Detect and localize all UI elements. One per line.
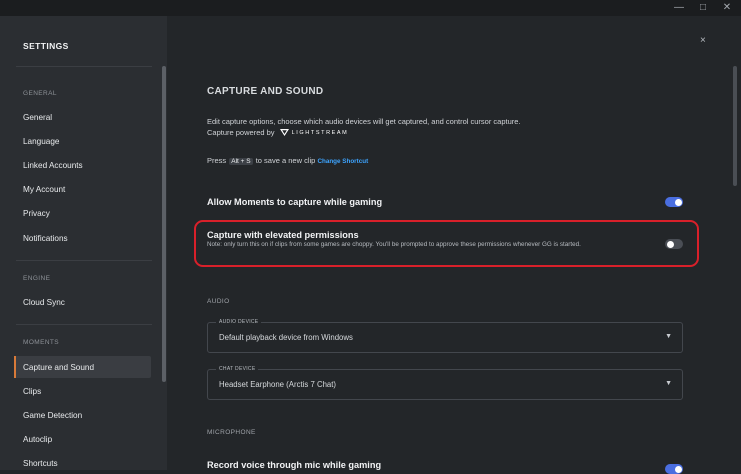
minimize-button[interactable]: — [668,0,690,16]
elevated-permissions-note: Note: only turn this on if clips from so… [207,241,581,248]
settings-sidebar: SETTINGS GENERAL General Language Linked… [0,16,167,470]
sidebar-item-privacy[interactable]: Privacy [23,209,50,218]
shortcut-key-alt: Alt [231,158,239,165]
toggle-knob [674,198,682,206]
sidebar-item-capture-and-sound[interactable]: Capture and Sound [23,363,94,372]
shortcut-prefix: Press [207,156,227,165]
sidebar-item-general[interactable]: General [23,113,52,122]
chevron-down-icon: ▼ [665,380,672,387]
shortcut-key-s: S [246,158,251,165]
elevated-permissions-toggle[interactable] [665,239,683,249]
toggle-knob [666,240,674,248]
save-clip-shortcut-line: Press Alt + S to save a new clip Change … [207,156,368,165]
close-window-button[interactable]: ✕ [716,0,738,16]
section-label-moments: MOMENTS [23,339,60,346]
section-label-engine: ENGINE [23,275,51,282]
divider [16,66,152,67]
powered-by-line: Capture powered by LIGHTSTREAM [207,128,348,137]
active-item-indicator [14,356,16,378]
main-scrollbar[interactable] [733,66,737,186]
title-bar: — □ ✕ [0,0,741,16]
section-label-audio: AUDIO [207,298,230,305]
shortcut-plus: + [240,158,245,165]
audio-device-legend: AUDIO DEVICE [216,319,262,325]
sidebar-item-language[interactable]: Language [23,137,59,146]
chat-device-select[interactable]: CHAT DEVICE Headset Earphone (Arctis 7 C… [207,366,683,400]
chevron-down-icon: ▼ [665,333,672,340]
sidebar-item-clips[interactable]: Clips [23,387,41,396]
toggle-knob [674,465,682,473]
sidebar-item-linked-accounts[interactable]: Linked Accounts [23,161,83,170]
allow-capture-toggle[interactable] [665,197,683,207]
maximize-button[interactable]: □ [692,0,714,16]
powered-by-label: Capture powered by [207,128,275,137]
section-label-general: GENERAL [23,90,57,97]
sidebar-item-shortcuts[interactable]: Shortcuts [23,459,58,468]
chat-device-legend: CHAT DEVICE [216,366,259,372]
record-voice-toggle[interactable] [665,464,683,474]
sidebar-title: SETTINGS [23,41,69,51]
page-title: CAPTURE AND SOUND [207,86,324,97]
setting-title-record-voice: Record voice through mic while gaming [207,460,382,470]
sidebar-item-notifications[interactable]: Notifications [23,234,68,243]
lightstream-logo-icon [279,129,289,136]
page-description: Edit capture options, choose which audio… [207,117,521,126]
shortcut-key-box: Alt + S [229,158,253,165]
setting-title-elevated-permissions: Capture with elevated permissions [207,230,359,240]
lightstream-brand: LIGHTSTREAM [291,130,349,136]
sidebar-item-cloud-sync[interactable]: Cloud Sync [23,298,65,307]
close-settings-button[interactable]: × [700,35,706,46]
setting-title-allow-capture: Allow Moments to capture while gaming [207,197,383,207]
sidebar-scrollbar[interactable] [162,66,166,382]
audio-device-value: Default playback device from Windows [219,333,353,342]
sidebar-item-game-detection[interactable]: Game Detection [23,411,82,420]
section-label-microphone: MICROPHONE [207,429,256,436]
divider [16,260,152,261]
change-shortcut-link[interactable]: Change Shortcut [317,158,368,165]
chat-device-value: Headset Earphone (Arctis 7 Chat) [219,380,337,389]
shortcut-suffix: to save a new clip [255,156,316,165]
divider [16,324,152,325]
sidebar-item-autoclip[interactable]: Autoclip [23,435,52,444]
sidebar-item-my-account[interactable]: My Account [23,185,65,194]
audio-device-select[interactable]: AUDIO DEVICE Default playback device fro… [207,319,683,353]
